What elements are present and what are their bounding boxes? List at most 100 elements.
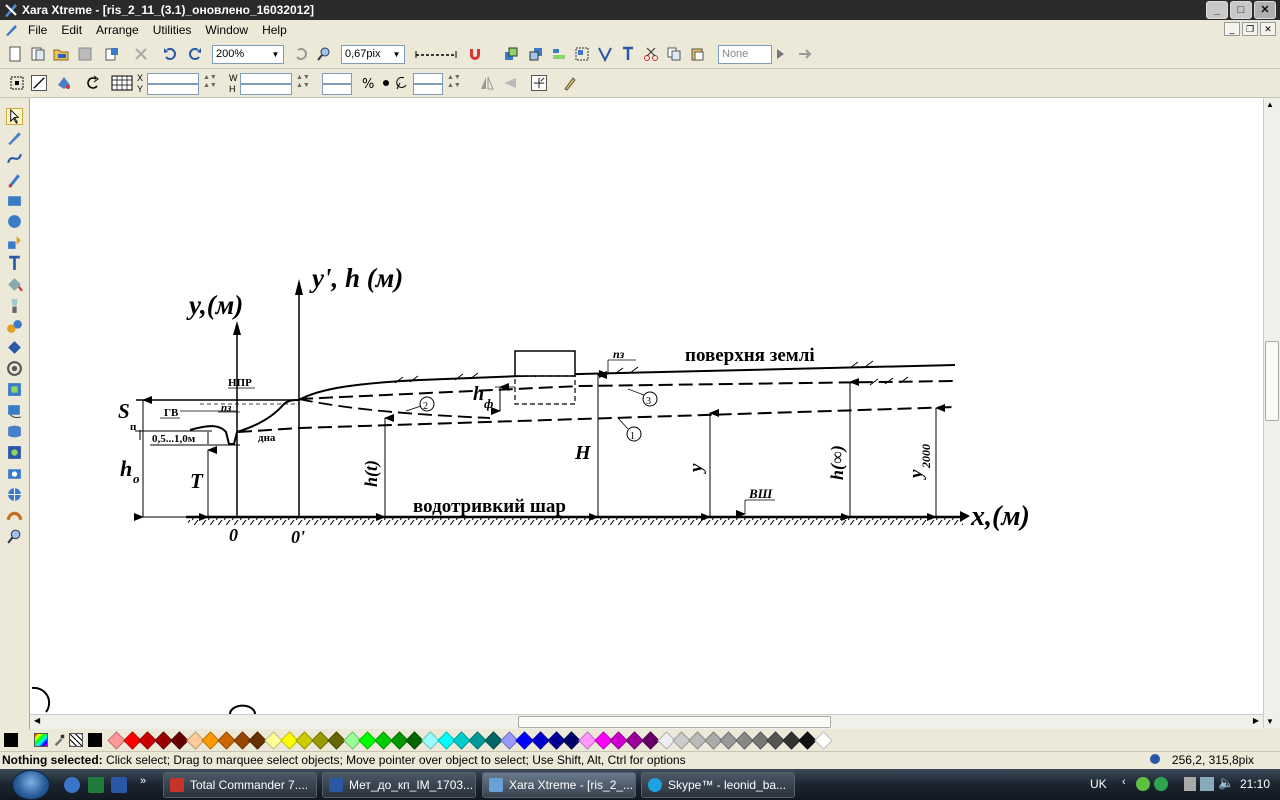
import-icon[interactable]	[104, 46, 120, 62]
zoom-select[interactable]: 200% ▼	[212, 45, 284, 64]
scroll-left-icon[interactable]: ◀	[34, 716, 40, 725]
excel-quicklaunch-icon[interactable]	[88, 777, 104, 793]
new-template-icon[interactable]	[30, 46, 46, 62]
paste-icon[interactable]	[689, 46, 705, 62]
rotation-angle-icon[interactable]	[394, 75, 410, 91]
menu-utilities[interactable]: Utilities	[146, 23, 199, 37]
eyedropper-icon[interactable]	[52, 733, 66, 747]
menu-file[interactable]: File	[21, 23, 54, 37]
scale-h-input[interactable]	[322, 84, 352, 95]
bring-to-front-icon[interactable]	[503, 46, 519, 62]
maximize-button[interactable]: □	[1230, 1, 1252, 19]
save-icon[interactable]	[77, 46, 93, 62]
send-to-back-icon[interactable]	[528, 46, 544, 62]
current-color-swatch[interactable]	[4, 733, 18, 747]
scroll-down-icon[interactable]: ▼	[1266, 717, 1274, 726]
percent-icon[interactable]: %	[360, 75, 376, 91]
scroll-right-icon[interactable]: ▶	[1253, 716, 1259, 725]
snap-magnet-icon[interactable]	[467, 46, 483, 62]
delete-icon[interactable]	[133, 46, 149, 62]
align-icon[interactable]	[551, 46, 567, 62]
copy-icon[interactable]	[666, 46, 682, 62]
text-tool-icon[interactable]	[6, 255, 23, 272]
new-document-icon[interactable]	[7, 46, 23, 62]
horizontal-scrollbar[interactable]: ◀ ▶	[30, 714, 1263, 729]
skype-tray-icon[interactable]	[1154, 777, 1168, 791]
fill-tool-icon[interactable]	[6, 276, 23, 293]
arrow-right-icon[interactable]	[797, 46, 813, 62]
black-swatch[interactable]	[88, 733, 102, 747]
task-word-document[interactable]: Мет_до_кп_ІМ_1703...	[322, 772, 476, 798]
selector-tool-icon[interactable]	[6, 108, 23, 125]
vertical-scrollbar[interactable]: ▲ ▼	[1263, 98, 1280, 728]
transparency-tool-icon[interactable]	[6, 297, 23, 314]
close-button[interactable]: ✕	[1254, 1, 1276, 19]
group-icon[interactable]	[574, 46, 590, 62]
menu-window[interactable]: Window	[198, 23, 255, 37]
blend-tool-icon[interactable]	[6, 318, 23, 335]
minimize-button[interactable]: _	[1206, 1, 1228, 19]
photo-tool-icon[interactable]	[6, 465, 23, 482]
rectangle-tool-icon[interactable]	[6, 192, 23, 209]
play-icon[interactable]	[774, 46, 786, 62]
fill-field[interactable]: None	[718, 45, 772, 64]
horizontal-scroll-thumb[interactable]	[518, 716, 831, 728]
ellipse-tool-icon[interactable]	[6, 213, 23, 230]
wh-spin-arrows[interactable]: ▲▼ ▲▼	[296, 74, 310, 90]
redo-icon[interactable]	[187, 46, 203, 62]
angle-spin-arrows[interactable]: ▲▼ ▲▼	[447, 74, 461, 90]
task-skype[interactable]: Skype™ - leonid_ba...	[641, 772, 795, 798]
doc-minimize-button[interactable]: _	[1224, 22, 1240, 36]
lock-ratio-icon[interactable]	[378, 75, 394, 91]
start-button[interactable]	[12, 770, 50, 800]
color-swatch[interactable]	[813, 731, 833, 750]
previous-zoom-icon[interactable]	[293, 46, 309, 62]
zoom-tool-icon[interactable]	[6, 528, 23, 545]
word-quicklaunch-icon[interactable]	[111, 777, 127, 793]
line-style-icon[interactable]	[414, 46, 458, 62]
bounds-icon[interactable]	[31, 75, 47, 91]
text-icon[interactable]	[620, 46, 636, 62]
task-xara-xtreme[interactable]: Xara Xtreme - [ris_2_...	[482, 772, 636, 798]
network-icon[interactable]	[1200, 777, 1214, 791]
cut-icon[interactable]	[643, 46, 659, 62]
live-effects-tool-icon[interactable]	[6, 444, 23, 461]
clock[interactable]: 21:10	[1240, 777, 1270, 791]
x-spin-arrows[interactable]: ▲▼ ▲▼	[203, 74, 217, 90]
freehand-tool-icon[interactable]	[6, 129, 23, 146]
chevron-down-icon[interactable]: ▼	[269, 47, 282, 62]
transform-lines-icon[interactable]	[531, 75, 547, 91]
contour-tool-icon[interactable]	[6, 360, 23, 377]
color-editor-icon[interactable]	[34, 733, 48, 747]
bevel-tool-icon[interactable]	[6, 381, 23, 398]
flip-horizontal-icon[interactable]	[479, 75, 495, 91]
vertical-scroll-thumb[interactable]	[1265, 341, 1279, 421]
language-indicator[interactable]: UK	[1090, 777, 1107, 791]
width-input[interactable]	[240, 73, 292, 84]
angle-input[interactable]	[413, 73, 443, 84]
rotate-icon[interactable]	[85, 75, 101, 91]
doc-close-button[interactable]: ✕	[1260, 22, 1276, 36]
mould-tool-icon[interactable]	[6, 339, 23, 356]
open-icon[interactable]	[53, 46, 69, 62]
select-inside-icon[interactable]	[9, 75, 25, 91]
menu-edit[interactable]: Edit	[54, 23, 89, 37]
scroll-up-icon[interactable]: ▲	[1266, 100, 1274, 109]
quickshape-tool-icon[interactable]	[6, 234, 23, 251]
volume-icon[interactable]: 🔈	[1218, 775, 1234, 791]
undo-icon[interactable]	[162, 46, 178, 62]
drawing-canvas[interactable]: y,(м) y', h (м) x,(м) поверхня землі вод…	[30, 98, 1263, 714]
zoom-tool-icon[interactable]	[316, 46, 332, 62]
rotate-fill-icon[interactable]	[56, 75, 72, 91]
menu-arrange[interactable]: Arrange	[89, 23, 146, 37]
slice-tool-icon[interactable]	[6, 507, 23, 524]
line-width-select[interactable]: 0,67pix ▼	[341, 45, 405, 64]
menu-help[interactable]: Help	[255, 23, 294, 37]
chevron-down-icon[interactable]: ▼	[390, 47, 403, 62]
grid-position-icon[interactable]	[111, 75, 133, 91]
skew-input[interactable]	[413, 84, 443, 95]
pencil-highlight-icon[interactable]	[561, 75, 577, 91]
scale-w-input[interactable]	[322, 73, 352, 84]
y-position-input[interactable]	[147, 84, 199, 95]
safely-remove-icon[interactable]	[1184, 777, 1196, 791]
